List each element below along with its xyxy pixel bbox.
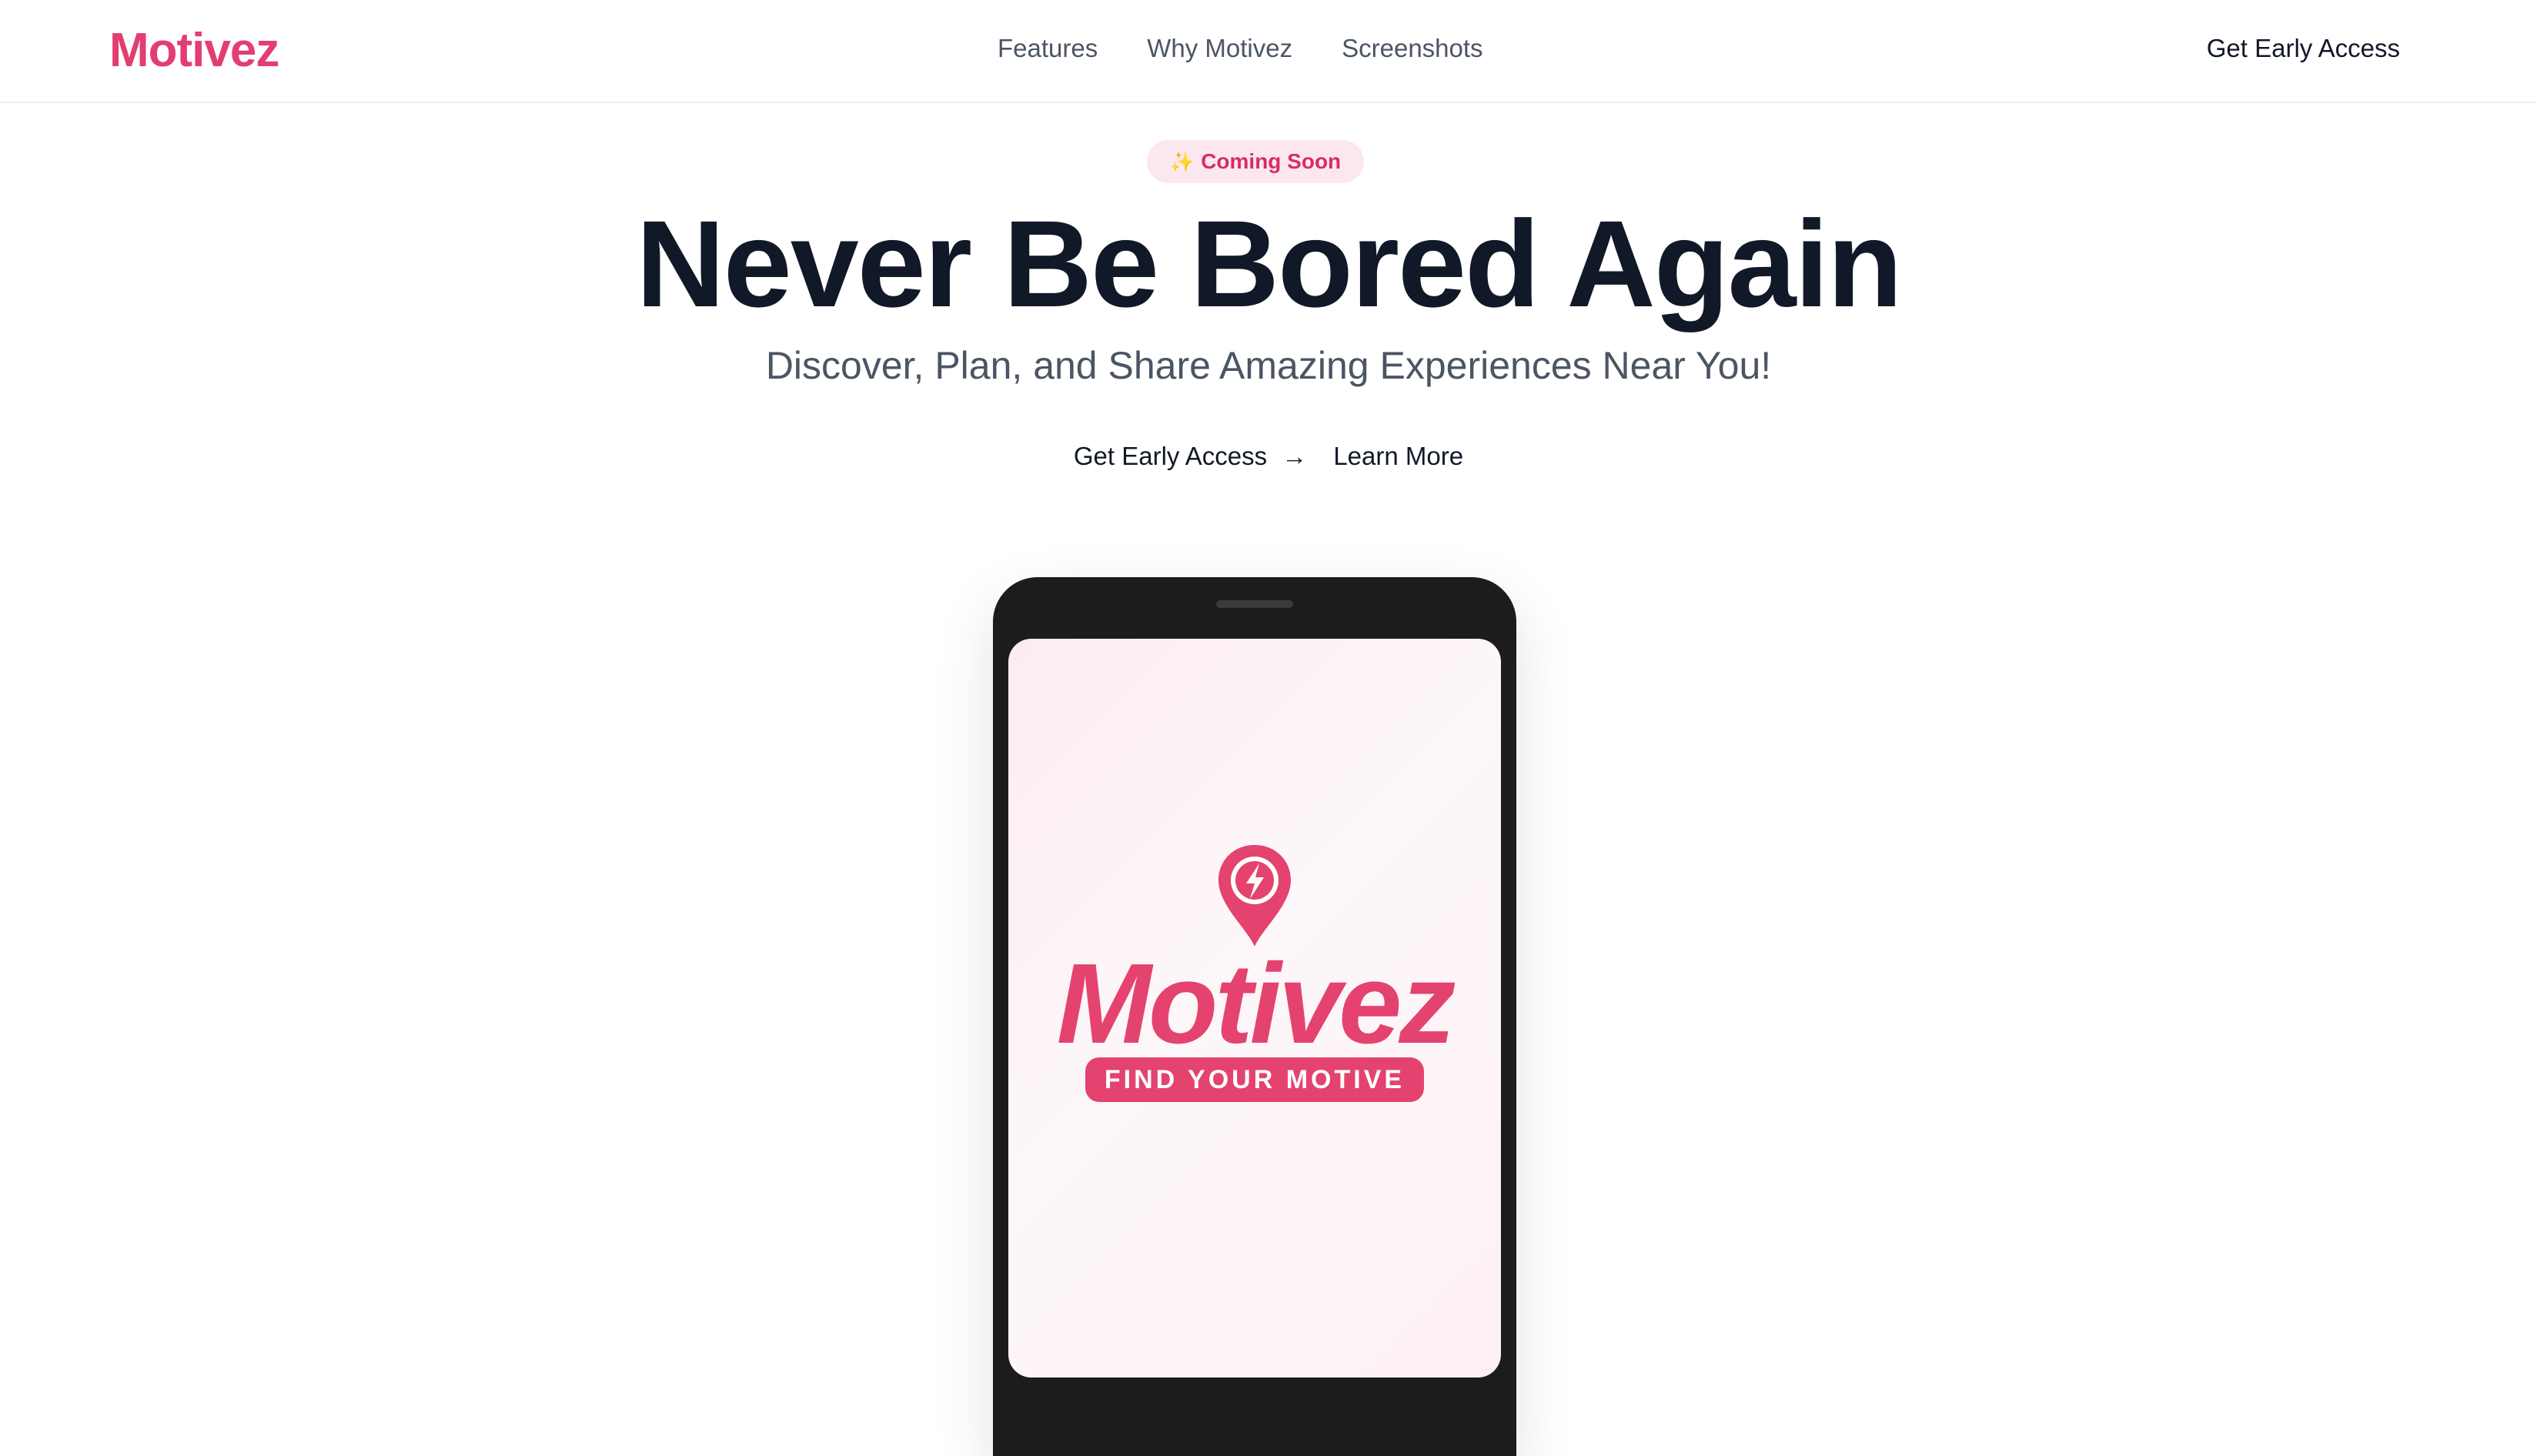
phone-mockup: Motivez FIND YOUR MOTIVE [993,577,1516,1456]
nav-link-screenshots[interactable]: Screenshots [1342,34,1482,63]
phone-speaker [1216,600,1293,608]
hero-cta-row: Get Early Access → Learn More [0,442,2537,471]
coming-soon-badge: ✨ Coming Soon [1147,140,1364,183]
brand-logo[interactable]: Motivez [109,23,279,78]
get-early-access-label: Get Early Access [1073,442,1268,470]
logo-wordmark: Motivez [1056,940,1456,1067]
landing-page: Motivez Features Why Motivez Screenshots… [0,0,2537,1456]
get-early-access-button[interactable]: Get Early Access → [1074,442,1307,471]
learn-more-button[interactable]: Learn More [1333,442,1463,471]
phone-screen: Motivez FIND YOUR MOTIVE [1008,639,1501,1378]
header-get-early-access-button[interactable]: Get Early Access [2207,34,2400,63]
location-pin-bolt-icon [1218,845,1291,947]
hero-subtitle: Discover, Plan, and Share Amazing Experi… [765,344,1772,387]
arrow-right-icon: → [1282,442,1308,470]
sparkle-icon: ✨ [1169,149,1195,173]
tagline-pill: FIND YOUR MOTIVE [1085,1057,1424,1102]
main-nav: Features Why Motivez Screenshots [998,34,1483,63]
badge-label: Coming Soon [1201,149,1342,173]
nav-link-features[interactable]: Features [998,34,1098,63]
nav-link-why-motivez[interactable]: Why Motivez [1147,34,1292,63]
top-nav-bar: Motivez Features Why Motivez Screenshots… [0,0,2537,103]
hero-title: Never Be Bored Again [636,195,1902,332]
